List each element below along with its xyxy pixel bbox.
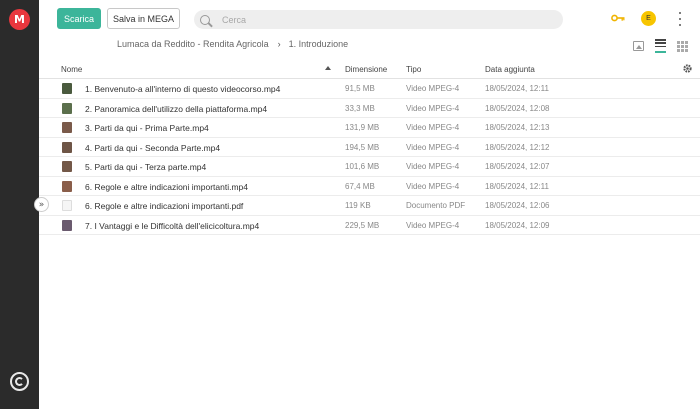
file-name: 3. Parti da qui - Prima Parte.mp4	[85, 123, 209, 133]
file-size: 101,6 MB	[345, 162, 380, 171]
file-name: 2. Panoramica dell'utilizzo della piatta…	[85, 103, 268, 114]
pdf-file-icon	[62, 200, 72, 211]
file-date: 18/05/2024, 12:12	[485, 142, 550, 152]
column-header-date[interactable]: Data aggiunta	[485, 65, 535, 74]
file-date: 18/05/2024, 12:07	[485, 162, 550, 171]
table-row[interactable]: 7. I Vantaggi e le Difficoltà dell'elici…	[39, 216, 700, 235]
column-header-type[interactable]: Tipo	[406, 65, 421, 74]
list-view-icon	[655, 38, 666, 48]
grid-view-icon[interactable]	[677, 40, 688, 52]
video-thumbnail	[62, 141, 72, 153]
save-to-mega-button[interactable]: Salva in MEGA	[107, 8, 180, 29]
file-date: 18/05/2024, 12:11	[485, 84, 549, 93]
video-thumbnail	[62, 122, 72, 133]
view-toggle-group	[633, 38, 688, 53]
column-header-size[interactable]: Dimensione	[345, 65, 387, 74]
search-input[interactable]	[222, 14, 542, 25]
table-row[interactable]: 1. Benvenuto-a all'interno di questo vid…	[39, 79, 700, 99]
file-list: 1. Benvenuto-a all'interno di questo vid…	[39, 79, 700, 235]
avatar[interactable]: E	[641, 11, 656, 26]
table-row[interactable]: 3. Parti da qui - Prima Parte.mp4 131,9 …	[39, 118, 700, 138]
breadcrumb-separator-icon: ›	[277, 39, 281, 49]
file-size: 91,5 MB	[345, 84, 375, 93]
breadcrumb-current[interactable]: 1. Introduzione	[289, 39, 349, 49]
file-date: 18/05/2024, 12:08	[485, 103, 550, 113]
file-size: 194,5 MB	[345, 142, 380, 152]
sync-icon[interactable]	[10, 372, 29, 391]
file-type: Video MPEG-4	[406, 142, 460, 152]
file-name: 4. Parti da qui - Seconda Parte.mp4	[85, 142, 221, 153]
table-row[interactable]: 6. Regole e altre indicazioni importanti…	[39, 177, 700, 196]
video-thumbnail	[62, 102, 72, 114]
video-thumbnail	[62, 83, 72, 94]
file-name: 5. Parti da qui - Terza parte.mp4	[85, 162, 207, 172]
list-view-tab[interactable]	[655, 38, 666, 53]
file-size: 33,3 MB	[345, 103, 375, 113]
thumbnail-view-icon[interactable]	[633, 40, 644, 51]
key-icon[interactable]	[611, 13, 625, 23]
sort-ascending-icon[interactable]	[325, 66, 331, 70]
file-type: Documento PDF	[406, 201, 466, 210]
file-size: 67,4 MB	[345, 181, 375, 191]
file-type: Video MPEG-4	[406, 162, 460, 171]
file-type: Video MPEG-4	[406, 181, 460, 191]
file-type: Video MPEG-4	[406, 84, 460, 93]
file-size: 131,9 MB	[345, 123, 380, 132]
table-header: Nome Dimensione Tipo Data aggiunta	[39, 60, 700, 79]
video-thumbnail	[62, 161, 72, 172]
gear-icon[interactable]	[682, 63, 693, 74]
file-size: 119 KB	[345, 201, 371, 210]
table-row[interactable]: 6. Regole e altre indicazioni importanti…	[39, 196, 700, 216]
video-thumbnail	[62, 180, 72, 192]
breadcrumb: Lumaca da Reddito - Rendita Agricola › 1…	[117, 39, 348, 49]
search-icon	[200, 14, 210, 25]
file-name: 6. Regole e altre indicazioni importanti…	[85, 201, 244, 211]
file-size: 229,5 MB	[345, 220, 380, 230]
file-name: 1. Benvenuto-a all'interno di questo vid…	[85, 84, 281, 94]
file-date: 18/05/2024, 12:13	[485, 123, 550, 132]
table-row[interactable]: 2. Panoramica dell'utilizzo della piatta…	[39, 99, 700, 118]
file-date: 18/05/2024, 12:11	[485, 181, 549, 191]
mega-logo[interactable]: M	[9, 9, 30, 30]
file-date: 18/05/2024, 12:09	[485, 220, 550, 230]
download-button[interactable]: Scarica	[57, 8, 101, 29]
expand-sidebar-icon[interactable]: »	[34, 197, 49, 212]
table-row[interactable]: 5. Parti da qui - Terza parte.mp4 101,6 …	[39, 157, 700, 177]
kebab-menu-icon[interactable]	[678, 12, 682, 26]
file-name: 6. Regole e altre indicazioni importanti…	[85, 181, 249, 192]
column-header-name[interactable]: Nome	[61, 65, 82, 74]
video-thumbnail	[62, 219, 72, 231]
file-type: Video MPEG-4	[406, 103, 460, 113]
file-type: Video MPEG-4	[406, 123, 460, 132]
breadcrumb-parent[interactable]: Lumaca da Reddito - Rendita Agricola	[117, 39, 269, 49]
file-type: Video MPEG-4	[406, 220, 460, 230]
search-bar[interactable]	[194, 10, 563, 29]
file-date: 18/05/2024, 12:06	[485, 201, 550, 210]
table-row[interactable]: 4. Parti da qui - Seconda Parte.mp4 194,…	[39, 138, 700, 157]
file-name: 7. I Vantaggi e le Difficoltà dell'elici…	[85, 220, 260, 231]
